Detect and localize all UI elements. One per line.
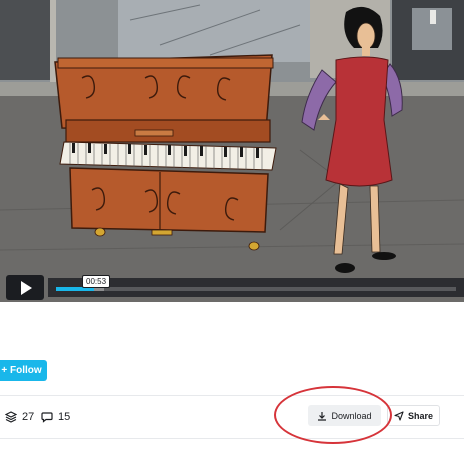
download-button[interactable]: Download [308, 405, 381, 426]
play-button[interactable] [6, 275, 44, 300]
follow-button[interactable]: + Follow [0, 360, 47, 381]
share-icon [394, 410, 404, 421]
download-label: Download [331, 410, 372, 421]
progress-track[interactable] [56, 287, 456, 291]
layers-count: 27 [22, 411, 35, 423]
layers-stat[interactable]: 27 [5, 409, 34, 425]
play-icon [21, 280, 32, 295]
player-controls [0, 272, 464, 302]
share-label: Share [407, 410, 433, 421]
layers-icon [5, 411, 17, 423]
current-time-tooltip: 00:53 [82, 275, 111, 288]
comments-stat[interactable]: 15 [41, 409, 70, 425]
download-icon [318, 411, 327, 421]
video-player[interactable]: 00:53 [0, 0, 464, 302]
comment-icon [41, 412, 53, 423]
piano-illustration [54, 54, 277, 251]
share-button[interactable]: Share [387, 405, 440, 426]
comments-count: 15 [58, 411, 71, 423]
progress-bar[interactable] [48, 278, 464, 297]
video-frame [0, 0, 464, 302]
